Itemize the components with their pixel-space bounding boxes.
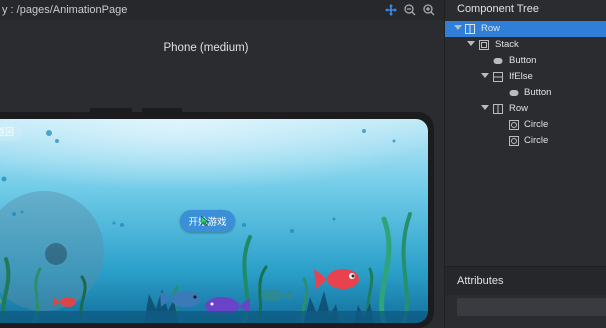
tree-node-circle[interactable]: Circle (445, 133, 606, 149)
tree-node-label: Row (509, 103, 529, 114)
attribute-field[interactable] (457, 298, 606, 316)
device-label: Phone (medium) (163, 42, 249, 54)
circle-icon (509, 120, 519, 130)
tree-node-label: Circle (524, 119, 549, 130)
button-icon (509, 90, 519, 96)
move-icon[interactable] (384, 3, 398, 17)
tree-node-label: Button (524, 87, 552, 98)
mouse-cursor-icon (201, 216, 209, 226)
tree-node-row-root[interactable]: Row (445, 21, 606, 37)
tree-node-circle[interactable]: Circle (445, 117, 606, 133)
preview-panel: y : /pages/AnimationPage Phone (medium) (0, 0, 444, 328)
tree-node-button[interactable]: Button (445, 53, 606, 69)
chevron-down-icon[interactable] (454, 25, 462, 30)
ifelse-icon (493, 72, 503, 82)
tree-node-label: Stack (495, 39, 519, 50)
component-tree-title: Component Tree (457, 3, 539, 15)
page-path: y : /pages/AnimationPage (2, 4, 128, 16)
component-tree-panel: Component Tree Row Stack Button IfElse B… (444, 0, 606, 327)
tree-node-ifelse[interactable]: IfElse (445, 69, 606, 85)
zoom-out-icon[interactable] (403, 3, 417, 17)
chevron-down-icon[interactable] (481, 105, 489, 110)
zoom-in-icon[interactable] (422, 3, 436, 17)
back-button[interactable]: 返回 (0, 121, 22, 141)
stack-icon (479, 40, 489, 50)
tree-node-row[interactable]: Row (445, 101, 606, 117)
back-button-label: 返回 (0, 126, 14, 137)
preview-toolbar: y : /pages/AnimationPage (0, 0, 444, 20)
chevron-down-icon[interactable] (467, 41, 475, 46)
attributes-title: Attributes (457, 275, 504, 287)
tree-node-label: Row (481, 23, 501, 34)
circle-icon (509, 136, 519, 146)
joystick-knob (45, 243, 67, 265)
attributes-header: Attributes (445, 266, 606, 295)
tree-node-button[interactable]: Button (445, 85, 606, 101)
tree-node-label: Button (509, 55, 537, 66)
row-icon (493, 104, 503, 114)
tree-node-label: Circle (524, 135, 549, 146)
tree-node-label: IfElse (509, 71, 533, 82)
row-icon (465, 24, 475, 34)
chevron-down-icon[interactable] (481, 73, 489, 78)
button-icon (493, 58, 503, 64)
tree-node-stack[interactable]: Stack (445, 37, 606, 53)
